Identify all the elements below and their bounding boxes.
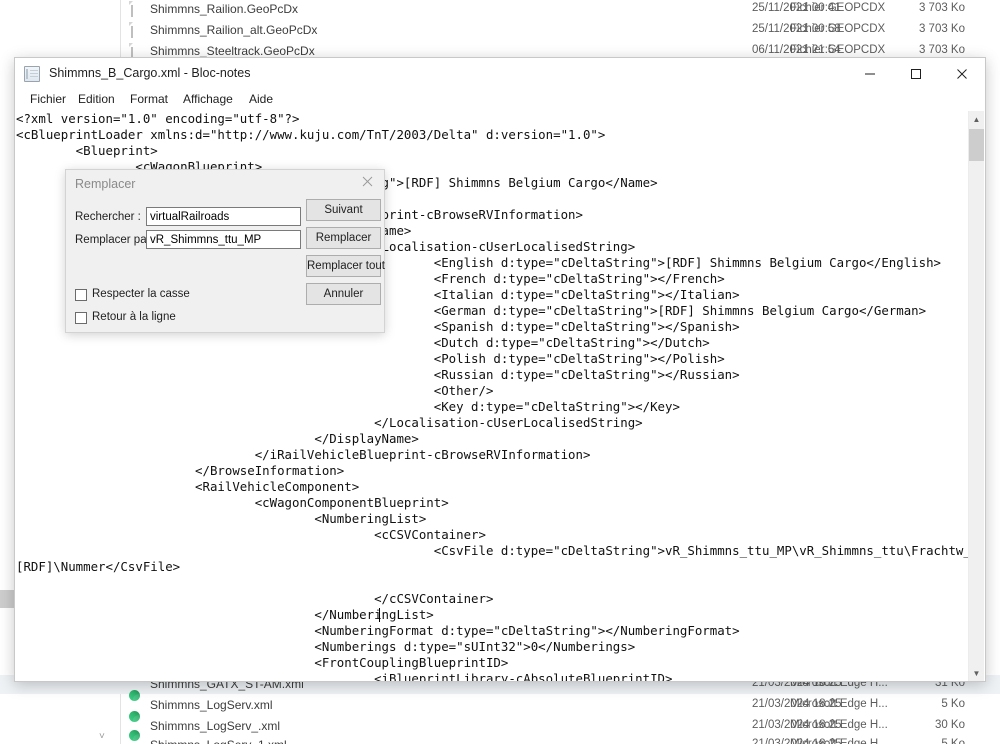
menu-item-fichier[interactable]: Fichier (25, 91, 71, 107)
file-icon (131, 22, 145, 38)
file-type: Microsoft Edge H... (790, 719, 888, 731)
table-row[interactable]: Shimmns_LogServ.xml 21/03/2024 18:25 Mic… (0, 696, 1000, 715)
minimize-button[interactable] (847, 58, 893, 89)
maximize-icon (910, 68, 922, 80)
file-name: Shimmns_LogServ_.xml (150, 719, 281, 733)
file-name: Shimmns_Railion_alt.GeoPcDx (150, 23, 318, 37)
code-line: <Dutch d:type="cDeltaString"></Dutch> (16, 335, 710, 350)
file-type: Fichier GEOPCDX (790, 2, 886, 14)
match-case-checkbox[interactable] (75, 289, 87, 301)
replace-input[interactable] (146, 230, 301, 249)
close-icon (956, 68, 968, 80)
file-type: Fichier GEOPCDX (790, 23, 886, 35)
replace-label: Remplacer par : (75, 234, 157, 246)
edge-icon (131, 738, 145, 744)
find-next-button[interactable]: Suivant (306, 199, 381, 221)
screen: Shimmns_Railion.GeoPcDx 25/11/2021 00:41… (0, 0, 1000, 744)
chevron-down-icon[interactable]: ▼ (969, 665, 984, 681)
window-title: Shimmns_B_Cargo.xml - Bloc-notes (49, 66, 251, 80)
table-row[interactable]: Shimmns_LogServ_1.xml 21/03/2024 18:25 M… (0, 736, 1000, 744)
chevron-up-icon[interactable]: ▲ (969, 111, 984, 127)
file-type: Microsoft Edge H... (790, 738, 888, 744)
menu-item-affichage[interactable]: Affichage (178, 91, 238, 107)
replace-all-button[interactable]: Remplacer tout (306, 255, 385, 277)
file-type: Microsoft Edge H... (790, 698, 888, 710)
editor-vertical-scrollbar[interactable]: ▲ ▼ (968, 111, 984, 681)
code-line: <cWagonComponentBlueprint> (16, 495, 449, 510)
code-line: </NumberingList> (16, 607, 434, 622)
code-line: <Polish d:type="cDeltaString"></Polish> (16, 351, 725, 366)
table-row[interactable]: Shimmns_Railion.GeoPcDx 25/11/2021 00:41… (0, 0, 1000, 19)
file-size: 5 Ko (941, 738, 965, 744)
code-line: </BrowseInformation> (16, 463, 345, 478)
search-input[interactable] (146, 207, 301, 226)
menu-item-aide[interactable]: Aide (244, 91, 278, 107)
match-case-label: Respecter la casse (92, 288, 190, 300)
dialog-close-button[interactable] (350, 170, 384, 196)
code-line: <cBlueprintLoader xmlns:d="http://www.ku… (16, 127, 606, 142)
file-size: 30 Ko (934, 719, 965, 731)
dialog-title: Remplacer (75, 177, 136, 191)
code-line: <Blueprint> (16, 143, 158, 158)
replace-dialog: Remplacer Rechercher : Remplacer par : S… (65, 169, 385, 333)
code-line: [RDF]\Nummer</CsvFile> (16, 559, 181, 574)
file-type: Fichier GEOPCDX (790, 44, 886, 56)
code-line: </iRailVehicleBlueprint-cBrowseRVInforma… (16, 447, 591, 462)
file-name: Shimmns_LogServ.xml (150, 698, 273, 712)
file-icon (131, 1, 145, 17)
cancel-button[interactable]: Annuler (306, 283, 381, 305)
file-name: Shimmns_LogServ_1.xml (150, 738, 287, 744)
code-line: <iBlueprintLibrary-cAbsoluteBlueprintID> (16, 671, 673, 681)
close-icon (362, 174, 373, 192)
minimize-icon (864, 68, 876, 80)
file-size: 3 703 Ko (918, 44, 965, 56)
code-line: </Localisation-cUserLocalisedString> (16, 415, 643, 430)
menu-item-format[interactable]: Format (125, 91, 173, 107)
table-row[interactable]: Shimmns_Railion_alt.GeoPcDx 25/11/2021 0… (0, 21, 1000, 40)
code-line: <RailVehicleComponent> (16, 479, 360, 494)
code-line: <NumberingFormat d:type="cDeltaString"><… (16, 623, 740, 638)
notepad-window: Shimmns_B_Cargo.xml - Bloc-notes Fichier… (14, 57, 986, 682)
notepad-icon (24, 66, 40, 82)
code-line: <Russian d:type="cDeltaString"></Russian… (16, 367, 740, 382)
file-name: Shimmns_Steeltrack.GeoPcDx (150, 44, 315, 58)
menu-item-edition[interactable]: Edition (73, 91, 120, 107)
code-line: <?xml version="1.0" encoding="utf-8"?> (16, 111, 300, 126)
background-scrollbar-thumb[interactable] (0, 590, 14, 608)
wrap-around-label: Retour à la ligne (92, 311, 176, 323)
code-line: </cCSVContainer> (16, 591, 494, 606)
notepad-menubar: Fichier Edition Format Affichage Aide (15, 89, 985, 111)
find-label: Rechercher : (75, 211, 141, 223)
file-name: Shimmns_Railion.GeoPcDx (150, 2, 299, 16)
code-line: <FrontCouplingBlueprintID> (16, 655, 509, 670)
code-line: <CsvFile d:type="cDeltaString">vR_Shimmn… (16, 543, 969, 558)
scrollbar-thumb[interactable] (969, 129, 984, 161)
code-line: <Other/> (16, 383, 494, 398)
replace-button[interactable]: Remplacer (306, 227, 381, 249)
file-size: 3 703 Ko (918, 23, 965, 35)
code-line: <Numberings d:type="sUInt32">0</Numberin… (16, 639, 636, 654)
code-line: <NumberingList> (16, 511, 427, 526)
file-size: 5 Ko (941, 698, 965, 710)
code-line: <Key d:type="cDeltaString"></Key> (16, 399, 680, 414)
maximize-button[interactable] (893, 58, 939, 89)
code-line: </DisplayName> (16, 431, 419, 446)
text-cursor (379, 608, 380, 622)
chevron-down-icon[interactable]: ˅ (99, 732, 105, 742)
file-size: 3 703 Ko (918, 2, 965, 14)
table-row[interactable]: Shimmns_LogServ_.xml 21/03/2024 18:25 Mi… (0, 717, 1000, 736)
code-line: <cCSVContainer> (16, 527, 486, 542)
notepad-titlebar[interactable]: Shimmns_B_Cargo.xml - Bloc-notes (15, 58, 985, 90)
wrap-around-checkbox[interactable] (75, 312, 87, 324)
close-button[interactable] (939, 58, 985, 89)
